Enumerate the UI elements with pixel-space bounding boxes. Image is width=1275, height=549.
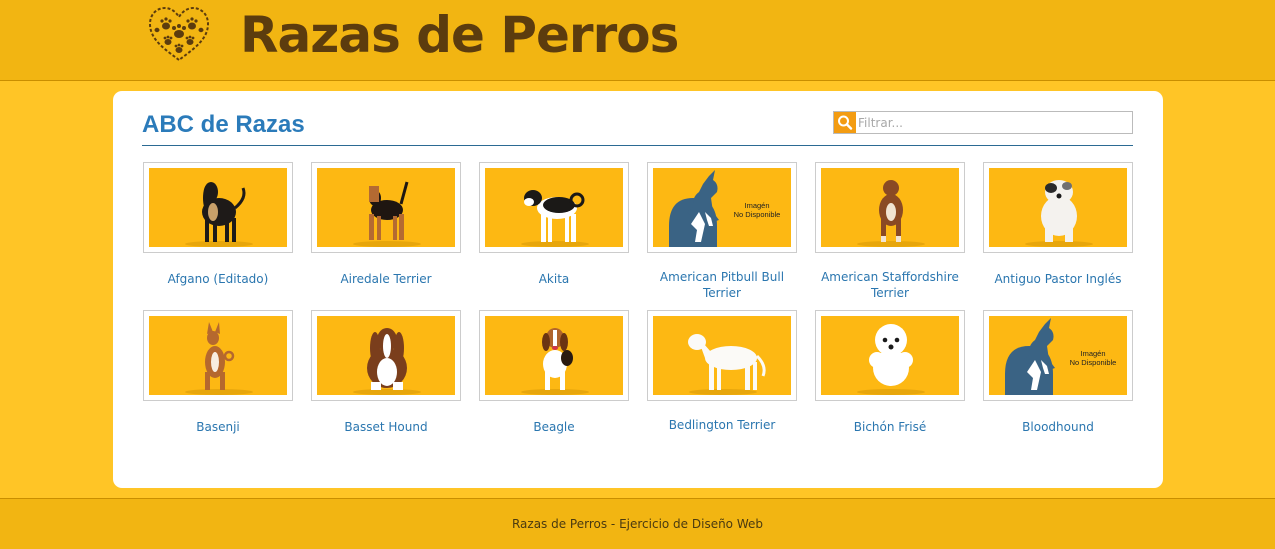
footer-text: Razas de Perros - Ejercicio de Diseño We… (511, 517, 764, 531)
svg-text:Imagén: Imagén (1080, 349, 1105, 358)
breed-name-link[interactable]: Antiguo Pastor Inglés (983, 271, 1133, 287)
svg-text:Imagén: Imagén (744, 201, 769, 210)
breed-photo (653, 316, 791, 395)
page-title: ABC de Razas (142, 111, 305, 138)
breed-photo (821, 316, 959, 395)
breed-name-link[interactable]: Basenji (143, 419, 293, 435)
breed-name-link[interactable]: Afgano (Editado) (143, 271, 293, 287)
breed-photo (989, 168, 1127, 247)
paw-heart-icon (148, 6, 210, 62)
breed-thumbnail[interactable] (983, 162, 1133, 253)
breed-thumbnail[interactable] (143, 162, 293, 253)
image-unavailable-placeholder: Imagén No Disponible (989, 316, 1127, 395)
breed-thumbnail[interactable] (479, 162, 629, 253)
breeds-panel: ABC de Razas Afgano (Editado) Airedale Te… (113, 91, 1163, 488)
breed-name-link[interactable]: Bedlington Terrier (647, 417, 797, 433)
breed-name-link[interactable]: Beagle (479, 419, 629, 435)
breed-photo (485, 168, 623, 247)
site-footer: Razas de Perros - Ejercicio de Diseño We… (0, 498, 1275, 549)
breed-name-link[interactable]: Airedale Terrier (311, 271, 461, 287)
breed-photo (485, 316, 623, 395)
search-icon (834, 112, 856, 133)
svg-text:No Disponible: No Disponible (734, 210, 781, 219)
breed-name-link[interactable]: Akita (479, 271, 629, 287)
site-header: Razas de Perros (0, 0, 1275, 81)
breed-thumbnail[interactable] (479, 310, 629, 401)
svg-text:No Disponible: No Disponible (1070, 358, 1117, 367)
breed-photo (317, 168, 455, 247)
breed-name-link[interactable]: Bichón Frisé (815, 419, 965, 435)
filter-input[interactable] (858, 113, 1130, 132)
breed-photo (821, 168, 959, 247)
breed-thumbnail[interactable]: Imagén No Disponible (647, 162, 797, 253)
breed-photo (149, 316, 287, 395)
breed-name-link[interactable]: American Staffordshire Terrier (815, 269, 965, 301)
site-title[interactable]: Razas de Perros (240, 4, 679, 66)
breed-thumbnail[interactable] (311, 162, 461, 253)
title-divider (142, 145, 1133, 146)
breed-name-link[interactable]: Basset Hound (311, 419, 461, 435)
breed-thumbnail[interactable] (311, 310, 461, 401)
filter-box[interactable] (833, 111, 1133, 134)
breed-thumbnail[interactable]: Imagén No Disponible (983, 310, 1133, 401)
breed-thumbnail[interactable] (815, 162, 965, 253)
image-unavailable-placeholder: Imagén No Disponible (653, 168, 791, 247)
breed-photo (149, 168, 287, 247)
breed-thumbnail[interactable] (647, 310, 797, 401)
breed-thumbnail[interactable] (143, 310, 293, 401)
breed-thumbnail[interactable] (815, 310, 965, 401)
breed-name-link[interactable]: Bloodhound (983, 419, 1133, 435)
breed-photo (317, 316, 455, 395)
breed-name-link[interactable]: American Pitbull Bull Terrier (647, 269, 797, 301)
